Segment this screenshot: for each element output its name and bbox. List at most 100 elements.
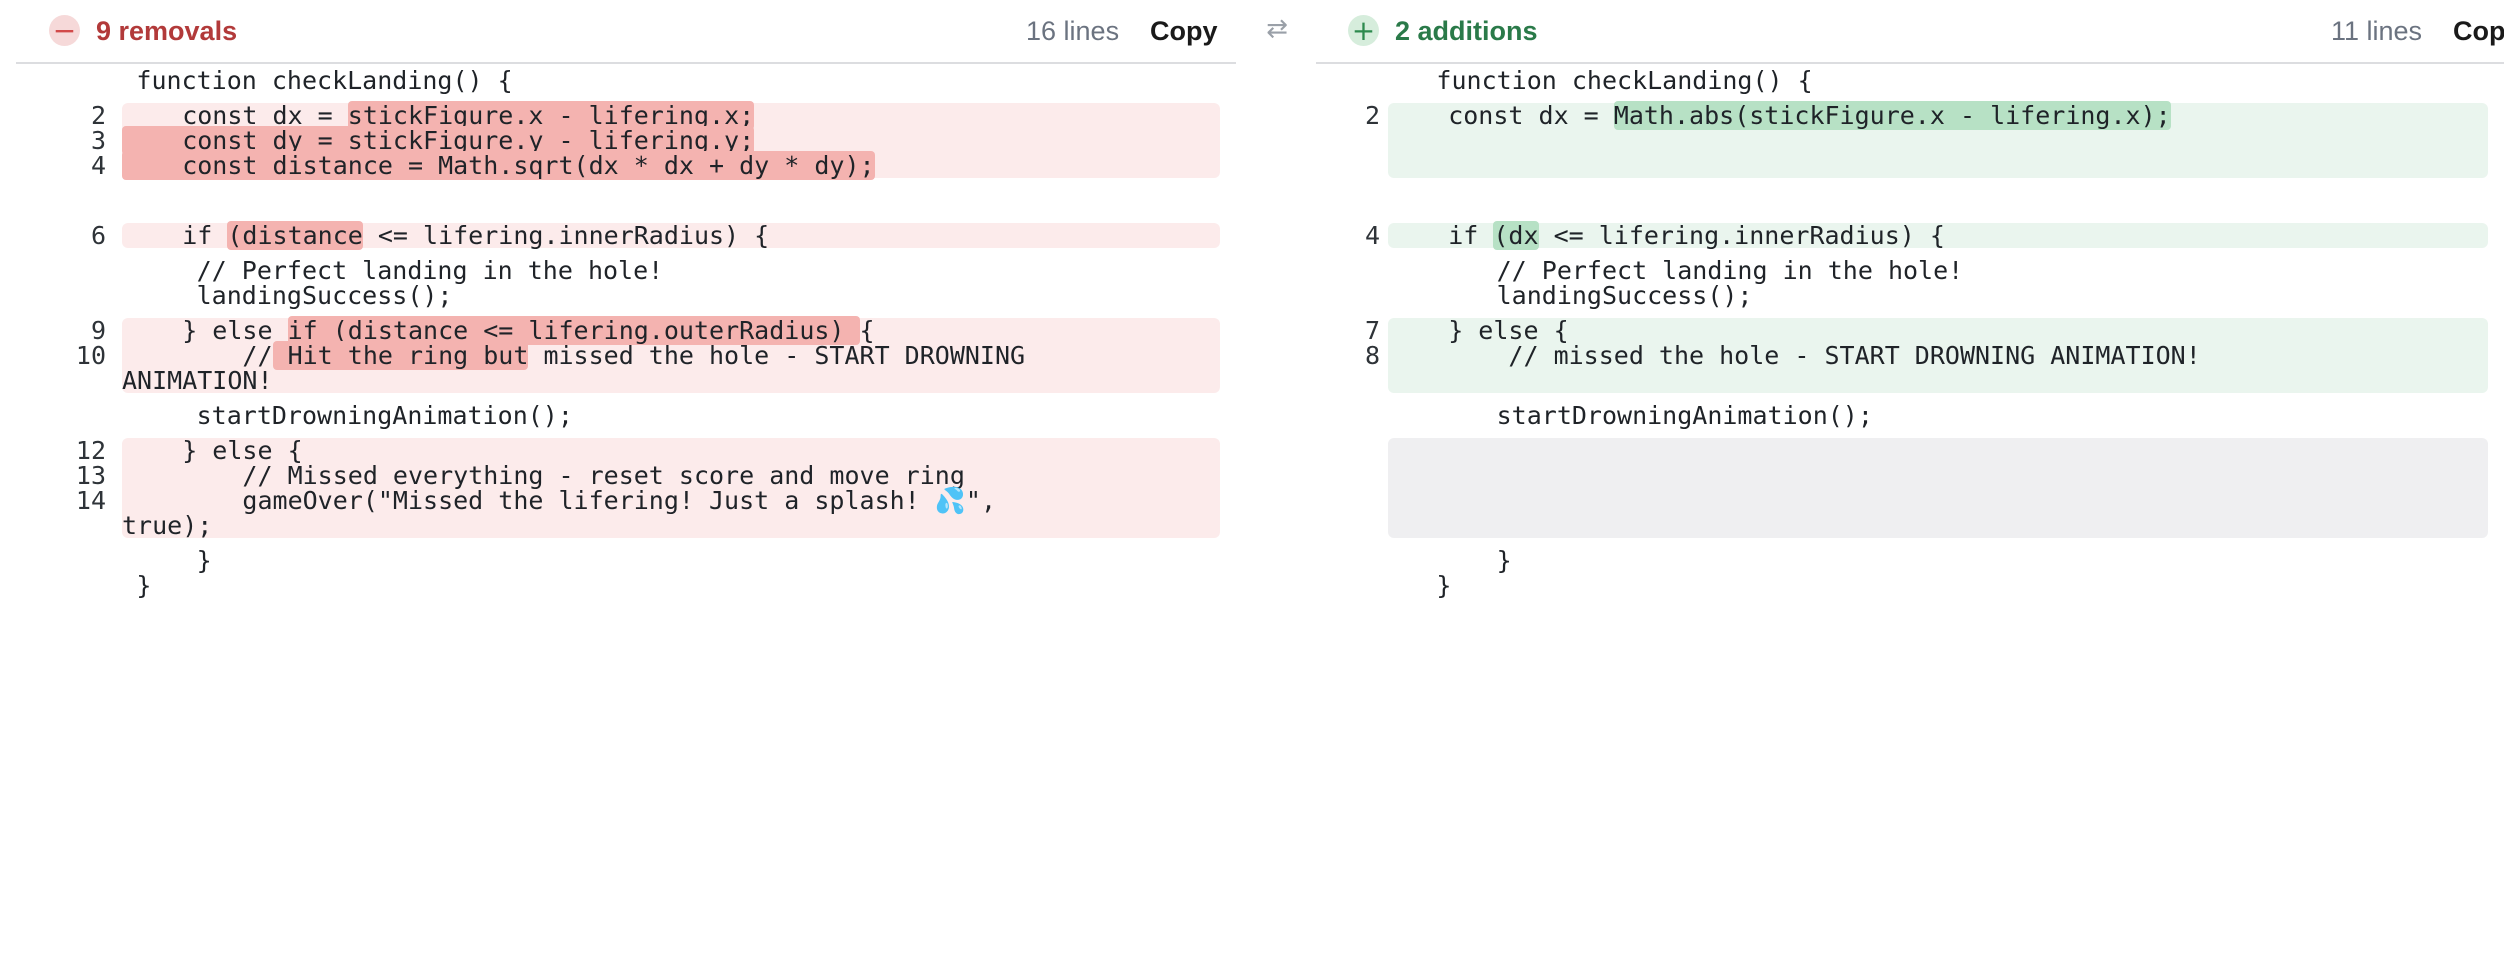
code-line: 10 // Hit the ring but missed the hole -… [76, 341, 1220, 370]
code-text: const distance = Math.sqrt(dx * dx + dy … [122, 151, 875, 180]
code-text: // Perfect landing in the hole! [16, 258, 664, 283]
unchanged-block: 1 function checkLanding() { [1316, 68, 2504, 93]
line-number: 2 [1364, 101, 1380, 130]
changed-token: (dx [1493, 221, 1539, 250]
code-line: 8 landingSuccess(); [16, 283, 1236, 308]
code-line: 5 [16, 188, 1236, 213]
code-line: 7 // Perfect landing in the hole! [16, 258, 1236, 283]
code-line: 4 if (dx <= lifering.innerRadius) { [1365, 221, 2488, 250]
code-line: 2 const dx = stickFigure.x - lifering.x; [91, 101, 1220, 130]
code-text: } [1316, 573, 1451, 598]
code-text: } else { [122, 438, 302, 463]
line-number: 7 [1364, 316, 1380, 345]
code-line: 9 startDrowningAnimation(); [1316, 403, 2504, 428]
code-text: ANIMATION! [122, 368, 273, 393]
code-text: function checkLanding() { [16, 66, 513, 95]
code-text: // Hit the ring but missed the hole - ST… [122, 341, 1025, 370]
code-line: true); [122, 513, 1220, 538]
unchanged-block: 11 startDrowningAnimation(); [16, 403, 1236, 428]
copy-additions-button[interactable]: Copy [2453, 14, 2504, 48]
code-line: 6 landingSuccess(); [1316, 283, 2504, 308]
code-text: startDrowningAnimation(); [16, 403, 573, 428]
unchanged-block: 7 // Perfect landing in the hole!8 landi… [16, 258, 1236, 308]
changed-token: Hit the ring but [272, 341, 529, 370]
line-number: 8 [1364, 341, 1380, 370]
code-text: // missed the hole - START DROWNING ANIM… [1388, 343, 2200, 368]
removed-block: 9 } else if (distance <= lifering.outerR… [76, 316, 1220, 393]
removals-line-count: 16 lines [1026, 16, 1120, 46]
code-token: landingSuccess(); [1316, 281, 1753, 310]
code-token: true); [122, 511, 213, 540]
code-line: 7 } else { [1365, 318, 2488, 343]
code-token: <= lifering.innerRadius) { [362, 221, 770, 250]
removed-block: 2 const dx = stickFigure.x - lifering.x;… [91, 101, 1220, 180]
code-token: } [16, 571, 152, 600]
line-number: 2 [90, 101, 106, 130]
code-line: 9 } else if (distance <= lifering.outerR… [91, 316, 1220, 345]
code-line: 13 // Missed everything - reset score an… [76, 463, 1220, 488]
changed-token: const distance = Math.sqrt(dx * dx + dy … [122, 151, 875, 180]
unchanged-block: 1 function checkLanding() { [16, 68, 1236, 93]
removals-header: − 9 removals 16 lines Copy [16, 0, 1236, 64]
code-line: 15 } [16, 548, 1236, 573]
code-text: landingSuccess(); [1316, 283, 1753, 308]
unchanged-block: 10 }11 } [1316, 548, 2504, 598]
code-text: true); [122, 513, 212, 538]
code-line: 16 } [16, 573, 1236, 598]
code-text: } [16, 548, 212, 573]
changed-token: Math.abs(stickFigure.x - lifering.x); [1613, 101, 2171, 130]
unchanged-block: 15 }16 } [16, 548, 1236, 598]
code-text: gameOver("Missed the lifering! Just a sp… [122, 488, 996, 513]
code-text: function checkLanding() { [1316, 68, 1812, 93]
code-text: } [16, 573, 151, 598]
unchanged-block: 5 [16, 188, 1236, 213]
changed-token: (distance [227, 221, 363, 250]
code-text: const dx = stickFigure.x - lifering.x; [122, 101, 755, 130]
removals-count: 9 removals [96, 16, 238, 46]
code-text: } [1316, 548, 1512, 573]
code-token: if [1388, 221, 1494, 250]
minus-icon: − [49, 15, 80, 46]
code-token: function checkLanding() { [16, 66, 513, 95]
added-block: 4 if (dx <= lifering.innerRadius) { [1365, 221, 2488, 250]
unchanged-block: 3 [1316, 188, 2504, 213]
removed-block: 12 } else {13 // Missed everything - res… [76, 438, 1220, 538]
code-line: 3 [1316, 188, 2504, 213]
code-token: gameOver("Missed the lifering! Just a sp… [122, 486, 996, 515]
line-number: 4 [90, 151, 106, 180]
code-token: startDrowningAnimation(); [16, 401, 573, 430]
line-number: 12 [75, 436, 106, 465]
line-number: 4 [1364, 221, 1380, 250]
code-line: 1 function checkLanding() { [1316, 68, 2504, 93]
code-text: // Perfect landing in the hole! [1316, 258, 1964, 283]
line-number: 13 [75, 461, 106, 490]
code-line: 10 } [1316, 548, 2504, 573]
code-line: 12 } else { [76, 438, 1220, 463]
line-number: 3 [90, 126, 106, 155]
code-token: } [1316, 571, 1452, 600]
code-text: const dx = Math.abs(stickFigure.x - life… [1388, 101, 2171, 130]
swap-arrows-icon[interactable]: ⇄ [1262, 14, 1292, 44]
removed-block: 6 if (distance <= lifering.innerRadius) … [91, 221, 1220, 250]
line-number: 14 [75, 486, 106, 515]
code-text: // Missed everything - reset score and m… [122, 463, 964, 488]
removals-panel: − 9 removals 16 lines Copy 1 function ch… [16, 0, 1236, 964]
copy-removals-button[interactable]: Copy [1150, 14, 1218, 48]
code-text: startDrowningAnimation(); [1316, 403, 1873, 428]
code-token: const dx = [1388, 101, 1614, 130]
code-line: 2 const dx = Math.abs(stickFigure.x - li… [1365, 101, 2488, 130]
code-line: 5 // Perfect landing in the hole! [1316, 258, 2504, 283]
code-text: } else if (distance <= lifering.outerRad… [122, 316, 875, 345]
code-line: 14 gameOver("Missed the lifering! Just a… [76, 488, 1220, 513]
additions-count: 2 additions [1395, 16, 1538, 46]
code-line: 11 startDrowningAnimation(); [16, 403, 1236, 428]
code-text: if (distance <= lifering.innerRadius) { [122, 221, 770, 250]
code-line: 1 function checkLanding() { [16, 68, 1236, 93]
removals-code: 1 function checkLanding() { 2 const dx = … [16, 68, 1236, 598]
